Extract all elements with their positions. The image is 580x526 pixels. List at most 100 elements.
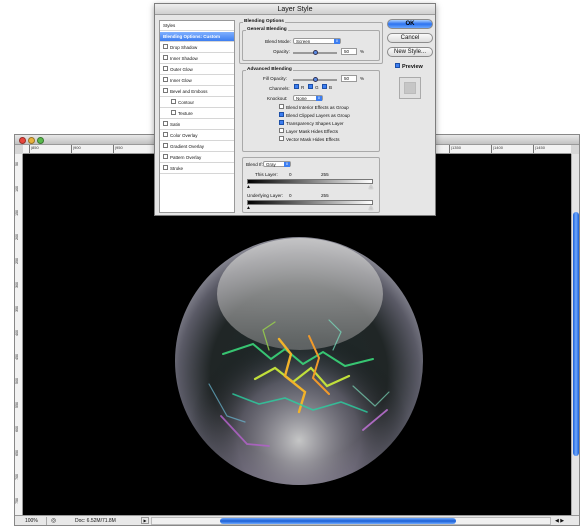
this-layer-black-slider[interactable]: ▲ (246, 185, 251, 190)
fill-opacity-slider-knob[interactable] (312, 77, 318, 82)
style-checkbox[interactable] (163, 143, 168, 149)
minimize-window-icon[interactable] (28, 137, 35, 144)
scroll-arrows[interactable]: ◀ ▶ (555, 517, 575, 525)
advanced-option[interactable]: Layer Mask Hides Effects (279, 128, 338, 134)
style-item-label: Styles (163, 23, 176, 28)
zoom-window-icon[interactable] (37, 137, 44, 144)
status-menu-arrow[interactable]: ▶ (141, 517, 149, 524)
channel-checkbox[interactable] (308, 84, 313, 90)
blend-mode-value: Screen (296, 39, 311, 44)
knockout-select[interactable]: None ⇕ (293, 95, 323, 101)
style-item-label: Texture (178, 111, 193, 116)
vertical-ruler: 50 100 150 200 250 300 350 400 450 500 550 600 650 70… (15, 154, 23, 515)
ruler-tick-label: 250 (15, 258, 19, 264)
knockout-label: Knockout: (267, 96, 288, 101)
vertical-scroll-thumb[interactable] (573, 212, 579, 456)
preview-checkbox[interactable] (395, 63, 400, 69)
style-checkbox[interactable] (163, 66, 168, 72)
layer-style-dialog: Layer Style Styles Blending Options: Cust… (154, 3, 436, 216)
style-item-label: Bevel and Emboss (170, 89, 208, 94)
style-checkbox[interactable] (163, 77, 168, 83)
underlying-layer-max: 255 (321, 193, 329, 198)
vertical-scrollbar[interactable] (571, 154, 579, 515)
advanced-option-checkbox[interactable] (279, 128, 284, 134)
orb-highlight (217, 238, 383, 350)
underlying-layer-white-slider[interactable]: △ (369, 206, 373, 211)
ok-button[interactable]: OK (387, 19, 433, 29)
opacity-field[interactable]: 50 (341, 48, 357, 55)
style-checkbox[interactable] (171, 99, 176, 105)
advanced-option[interactable]: Transparency Shapes Layer (279, 120, 344, 126)
cancel-button[interactable]: Cancel (387, 33, 433, 43)
advanced-option-checkbox[interactable] (279, 104, 284, 110)
ruler-tick-label: 400 (15, 330, 19, 336)
style-checkbox[interactable] (163, 132, 168, 138)
close-window-icon[interactable] (19, 137, 26, 144)
chevron-down-icon: ⇕ (316, 96, 322, 101)
style-item[interactable]: Bevel and Emboss (160, 87, 234, 97)
preview-checkbox-row[interactable]: Preview (395, 63, 423, 70)
blend-mode-select[interactable]: Screen ⇕ (293, 38, 341, 44)
style-checkbox[interactable] (163, 88, 168, 94)
style-item[interactable]: Stroke (160, 164, 234, 174)
style-item[interactable]: Inner Shadow (160, 54, 234, 64)
style-item[interactable]: Styles (160, 21, 234, 31)
style-item[interactable]: Outer Glow (160, 65, 234, 75)
advanced-option-label: Blend Clipped Layers as Group (286, 113, 350, 118)
underlying-layer-gradient[interactable] (247, 200, 373, 205)
style-checkbox[interactable] (163, 154, 168, 160)
style-item[interactable]: Inner Glow (160, 76, 234, 86)
style-item[interactable]: Contour (160, 98, 234, 108)
horizontal-scroll-thumb[interactable] (220, 518, 456, 524)
ruler-tick-label: 500 (15, 378, 19, 384)
style-item[interactable]: Gradient Overlay (160, 142, 234, 152)
channel-g-option[interactable]: G (308, 84, 319, 90)
channel-checkbox[interactable] (322, 84, 327, 90)
advanced-options: Blend Interior Effects as Group Blend Cli… (279, 104, 379, 153)
style-checkbox[interactable] (171, 110, 176, 116)
underlying-layer-black-slider[interactable]: ▲ (246, 206, 251, 211)
advanced-option-label: Vector Mask Hides Effects (286, 137, 340, 142)
this-layer-white-slider[interactable]: △ (369, 185, 373, 190)
navigator-icon[interactable]: ◎ (51, 517, 56, 525)
chevron-down-icon: ⇕ (334, 39, 340, 44)
opacity-slider-knob[interactable] (312, 50, 318, 55)
fill-opacity-label: Fill Opacity: (263, 76, 287, 81)
style-item[interactable]: Pattern Overlay (160, 153, 234, 163)
channel-label: B (329, 85, 333, 90)
channel-b-option[interactable]: B (322, 84, 333, 90)
new-style-button[interactable]: New Style... (387, 47, 433, 57)
style-item[interactable]: Blending Options: Custom (160, 32, 234, 42)
style-checkbox[interactable] (163, 44, 168, 50)
style-item[interactable]: Satin (160, 120, 234, 130)
advanced-option[interactable]: Vector Mask Hides Effects (279, 136, 340, 142)
advanced-option-checkbox[interactable] (279, 136, 284, 142)
style-checkbox[interactable] (163, 121, 168, 127)
style-checkbox[interactable] (163, 55, 168, 61)
zoom-level[interactable]: 100% (17, 517, 47, 525)
channel-r-option[interactable]: R (294, 84, 304, 90)
horizontal-scrollbar[interactable] (151, 517, 551, 525)
style-item-label: Contour (178, 100, 195, 105)
ruler-tick-label: 200 (15, 234, 19, 240)
fill-opacity-field[interactable]: 50 (341, 75, 357, 82)
ruler-tick-label: 100 (15, 186, 19, 192)
preview-label: Preview (402, 64, 423, 70)
blend-if-label: Blend If: (246, 162, 263, 167)
style-item[interactable]: Drop Shadow (160, 43, 234, 53)
style-item[interactable]: Texture (160, 109, 234, 119)
advanced-option-checkbox[interactable] (279, 112, 284, 118)
channel-label: G (315, 85, 319, 90)
channel-checkbox[interactable] (294, 84, 299, 90)
advanced-option-checkbox[interactable] (279, 120, 284, 126)
opacity-unit: % (360, 49, 365, 54)
ruler-tick-label: |850 (29, 145, 39, 153)
style-item[interactable]: Color Overlay (160, 131, 234, 141)
blend-if-select[interactable]: Gray ⇕ (263, 161, 291, 167)
advanced-option[interactable]: Blend Clipped Layers as Group (279, 112, 350, 118)
advanced-option[interactable]: Blend Interior Effects as Group (279, 104, 349, 110)
underlying-layer-label: Underlying Layer: (247, 193, 284, 198)
this-layer-gradient[interactable] (247, 179, 373, 184)
style-checkbox[interactable] (163, 165, 168, 171)
blend-if-value: Gray (266, 162, 276, 167)
